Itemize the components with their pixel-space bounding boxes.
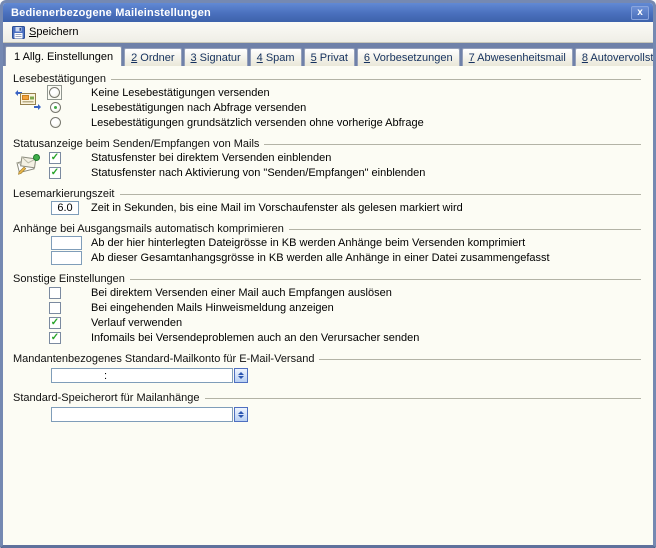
mail-receipt-icon: [15, 89, 41, 111]
save-icon: [12, 26, 25, 39]
option-row: Lesebestätigungen grundsätzlich versende…: [47, 115, 643, 130]
group-title-default-location: Standard-Speicherort für Mailanhänge: [13, 392, 200, 404]
group-default-account: Mandantenbezogenes Standard-Mailkonto fü…: [13, 352, 643, 384]
checkbox-label: Infomails bei Versendeproblemen auch an …: [91, 332, 419, 344]
radio-label: Lesebestätigungen grundsätzlich versende…: [91, 117, 424, 129]
group-title-default-account: Mandantenbezogenes Standard-Mailkonto fü…: [13, 353, 314, 365]
group-title-read-mark-time: Lesemarkierungszeit: [13, 188, 115, 200]
tab-abwesenheitsmail[interactable]: 7 Abwesenheitsmail: [462, 48, 573, 66]
group-read-mark-time: Lesemarkierungszeit Zeit in Sekunden, bi…: [13, 187, 643, 215]
field-label: Ab der hier hinterlegten Dateigrösse in …: [91, 237, 525, 249]
chevron-down-icon: [238, 415, 244, 418]
group-read-receipts: Lesebestätigungen Keine Lesebestätigunge…: [13, 72, 643, 130]
tab-privat[interactable]: 5 Privat: [304, 48, 355, 66]
checkbox-use-history[interactable]: ✓: [49, 317, 61, 329]
chevron-up-icon: [238, 372, 244, 375]
checkbox-label: Bei direktem Versenden einer Mail auch E…: [91, 287, 392, 299]
group-rule: [319, 359, 641, 360]
save-button[interactable]: Speichern: [7, 24, 87, 41]
group-rule: [130, 279, 641, 280]
group-rule: [111, 79, 641, 80]
chevron-down-icon: [238, 376, 244, 379]
title-bar: Bedienerbezogene Maileinstellungen x: [3, 3, 653, 22]
radio-label: Lesebestätigungen nach Abfrage versenden: [91, 102, 306, 114]
group-rule: [264, 144, 641, 145]
send-receive-mails-icon: [15, 154, 41, 176]
option-row: Bei eingehenden Mails Hinweismeldung anz…: [47, 300, 643, 315]
default-location-combo-input[interactable]: [51, 407, 233, 422]
checkbox-trigger-receive-on-send[interactable]: [49, 287, 61, 299]
option-row: Bei direktem Versenden einer Mail auch E…: [47, 285, 643, 300]
combo-row: [51, 367, 643, 384]
compress-filesize-input[interactable]: [51, 236, 82, 250]
field-row: Zeit in Sekunden, bis eine Mail im Vorsc…: [47, 200, 643, 215]
group-rule: [205, 398, 641, 399]
tab-autovervollstaendigung[interactable]: 8 Autovervollständigung: [575, 48, 656, 66]
radio-label: Keine Lesebestätigungen versenden: [91, 87, 270, 99]
default-account-combo-button[interactable]: [234, 368, 248, 383]
checkbox-infomail-to-causer[interactable]: ✓: [49, 332, 61, 344]
window-title: Bedienerbezogene Maileinstellungen: [11, 7, 631, 19]
option-row: Keine Lesebestätigungen versenden: [47, 85, 643, 100]
radio-receipts-after-prompt[interactable]: [50, 102, 61, 113]
focus-rect: [47, 85, 62, 100]
option-row: ✓ Statusfenster nach Aktivierung von "Se…: [47, 165, 643, 180]
chevron-up-icon: [238, 411, 244, 414]
check-icon: ✓: [51, 318, 59, 328]
group-default-location: Standard-Speicherort für Mailanhänge: [13, 391, 643, 423]
group-title-read-receipts: Lesebestätigungen: [13, 73, 106, 85]
field-row: Ab der hier hinterlegten Dateigrösse in …: [47, 235, 643, 250]
group-status-display: Statusanzeige beim Senden/Empfangen von …: [13, 137, 643, 180]
checkbox-status-send-receive[interactable]: ✓: [49, 167, 61, 179]
read-mark-time-input[interactable]: [51, 201, 79, 215]
checkbox-incoming-mail-notice[interactable]: [49, 302, 61, 314]
option-row: ✓ Statusfenster bei direktem Versenden e…: [47, 150, 643, 165]
tab-allg-einstellungen[interactable]: 1 Allg. Einstellungen: [5, 46, 122, 66]
group-compress-attachments: Anhänge bei Ausgangsmails automatisch ko…: [13, 222, 643, 265]
checkbox-label: Statusfenster bei direktem Versenden ein…: [91, 152, 331, 164]
tab-spam[interactable]: 4 Spam: [250, 48, 302, 66]
tab-ordner[interactable]: 2 Ordner: [124, 48, 181, 66]
tab-signatur[interactable]: 3 Signatur: [184, 48, 248, 66]
group-misc-settings: Sonstige Einstellungen Bei direktem Vers…: [13, 272, 643, 345]
tab-vorbesetzungen[interactable]: 6 Vorbesetzungen: [357, 48, 460, 66]
group-rule: [289, 229, 641, 230]
close-button[interactable]: x: [631, 6, 649, 20]
default-location-combo-button[interactable]: [234, 407, 248, 422]
close-icon: x: [637, 7, 643, 18]
dialog-window: Bedienerbezogene Maileinstellungen x Spe…: [0, 0, 656, 548]
check-icon: ✓: [51, 333, 59, 343]
group-title-compress-attachments: Anhänge bei Ausgangsmails automatisch ko…: [13, 223, 284, 235]
combo-row: [51, 406, 643, 423]
group-rule: [120, 194, 642, 195]
checkbox-status-direct-send[interactable]: ✓: [49, 152, 61, 164]
toolbar: Speichern: [3, 22, 653, 43]
field-row: Ab dieser Gesamtanhangsgrösse in KB werd…: [47, 250, 643, 265]
checkbox-label: Verlauf verwenden: [91, 317, 182, 329]
option-row: ✓ Verlauf verwenden: [47, 315, 643, 330]
checkbox-label: Bei eingehenden Mails Hinweismeldung anz…: [91, 302, 334, 314]
option-row: Lesebestätigungen nach Abfrage versenden: [47, 100, 643, 115]
radio-no-read-receipts[interactable]: [49, 87, 60, 98]
group-title-status-display: Statusanzeige beim Senden/Empfangen von …: [13, 138, 259, 150]
field-label: Zeit in Sekunden, bis eine Mail im Vorsc…: [91, 202, 463, 214]
check-icon: ✓: [51, 153, 59, 163]
radio-receipts-always[interactable]: [50, 117, 61, 128]
option-row: ✓ Infomails bei Versendeproblemen auch a…: [47, 330, 643, 345]
tab-bar: 1 Allg. Einstellungen 2 Ordner 3 Signatu…: [3, 43, 653, 66]
group-title-misc-settings: Sonstige Einstellungen: [13, 273, 125, 285]
save-button-label: Speichern: [29, 26, 79, 38]
field-label: Ab dieser Gesamtanhangsgrösse in KB werd…: [91, 252, 550, 264]
combine-totalsize-input[interactable]: [51, 251, 82, 265]
check-icon: ✓: [51, 168, 59, 178]
checkbox-label: Statusfenster nach Aktivierung von "Send…: [91, 167, 425, 179]
default-account-combo-input[interactable]: [51, 368, 233, 383]
tab-content-allg-einstellungen: Lesebestätigungen Keine Lesebestätigunge…: [3, 66, 653, 545]
